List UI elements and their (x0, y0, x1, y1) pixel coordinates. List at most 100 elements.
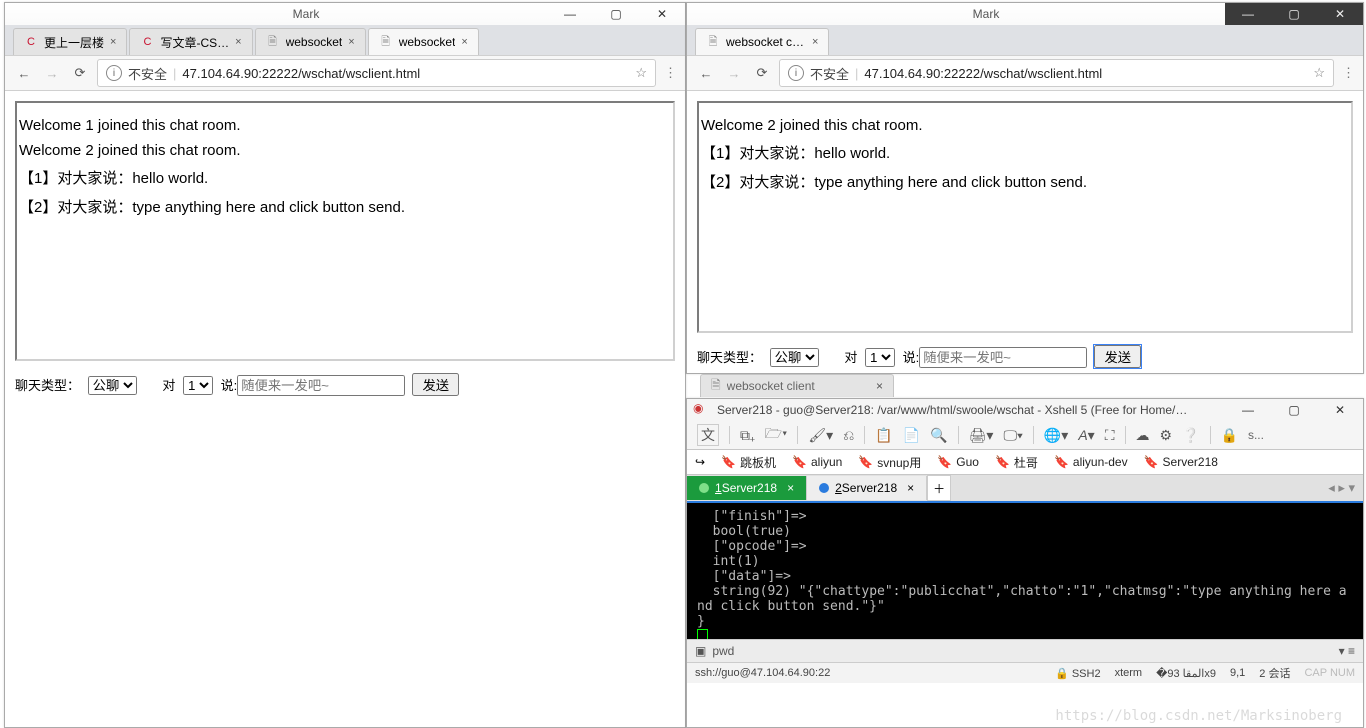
search-label: s... (1248, 428, 1264, 442)
xshell-add-tab-button[interactable]: ＋ (927, 475, 951, 501)
browser-tab[interactable]: C写文章-CS…× (129, 28, 252, 55)
xshell-bookmark[interactable]: 🔖Guo (937, 454, 979, 471)
send-button[interactable]: 发送 (412, 373, 459, 396)
tab-close-icon[interactable]: × (787, 481, 794, 495)
bookmark-icon: 🔖 (1054, 455, 1069, 469)
xshell-command-bar[interactable]: ▣ pwd ▾ ≡ (687, 639, 1363, 662)
window-titlebar: Mark — ▢ ✕ (687, 3, 1363, 25)
cloud-icon[interactable]: ☁ (1136, 427, 1150, 444)
favicon: 🗎 (379, 35, 393, 49)
xshell-bookmark[interactable]: 🔖aliyun (792, 454, 842, 471)
chrome-tab-strip: 🗎websocket client× (687, 25, 1363, 56)
window-close-button[interactable]: ✕ (639, 3, 685, 25)
xshell-lang-button[interactable]: 文 (697, 424, 719, 446)
chat-message: Welcome 2 joined this chat room. (701, 117, 1349, 134)
copy-icon[interactable]: 📋 (875, 427, 892, 444)
reload-button[interactable]: ⟳ (751, 62, 773, 84)
xshell-session-tab[interactable]: 2 Server218× (807, 476, 927, 500)
browser-tab[interactable]: 🗎websocket client× (695, 28, 829, 55)
back-button[interactable]: ← (695, 62, 717, 84)
xshell-window-title: Server218 - guo@Server218: /var/www/html… (717, 403, 1225, 417)
chat-message: Welcome 1 joined this chat room. (19, 117, 671, 134)
new-session-icon[interactable]: ⧉₊ (740, 427, 755, 444)
tab-close-icon[interactable]: × (348, 36, 354, 48)
background-browser-tab[interactable]: 🗎 websocket client × (700, 374, 894, 397)
bookmark-toggle-icon[interactable]: ↪ (695, 455, 705, 469)
address-bar[interactable]: i 不安全 | 47.104.64.90:22222/wschat/wsclie… (97, 59, 656, 87)
right-chrome-window: Mark — ▢ ✕ 🗎websocket client× ← → ⟳ i 不安… (686, 2, 1364, 374)
reload-button[interactable]: ⟳ (69, 62, 91, 84)
font-icon[interactable]: A▾ (1078, 427, 1094, 444)
forward-button[interactable]: → (723, 62, 745, 84)
search-icon[interactable]: 🔍 (930, 427, 947, 444)
bookmark-icon: 🔖 (858, 455, 873, 469)
gear-icon[interactable]: ⚙ (1160, 427, 1173, 444)
window-min-button[interactable]: — (1225, 3, 1271, 25)
message-input[interactable] (919, 347, 1087, 368)
color-icon[interactable]: 🖌▾ (808, 427, 833, 444)
tab-close-icon[interactable]: × (461, 36, 467, 48)
chat-message: 【1】对大家说：hello world. (19, 167, 671, 188)
chrome-menu-button[interactable]: ⋮ (664, 65, 677, 81)
help-icon[interactable]: ❔ (1182, 427, 1199, 444)
favicon: 🗎 (266, 35, 280, 49)
xshell-bookmark-bar: ↪ 🔖跳板机 🔖aliyun 🔖svnup用 🔖Guo 🔖杜哥 🔖aliyun-dev 🔖S… (687, 450, 1363, 475)
to-label: 对 (162, 378, 175, 393)
window-min-button[interactable]: — (547, 3, 593, 25)
chrome-tab-strip: C更上一层楼×C写文章-CS…×🗎websocket×🗎websocket× (5, 25, 685, 56)
send-button[interactable]: 发送 (1094, 345, 1141, 368)
window-close-button[interactable]: ✕ (1317, 399, 1363, 421)
print-icon[interactable]: 🖨▾ (969, 427, 994, 444)
to-select[interactable]: 1 (865, 348, 895, 367)
tab-close-icon[interactable]: × (110, 36, 116, 48)
browser-tab[interactable]: 🗎 websocket × (368, 28, 479, 55)
xshell-bookmark[interactable]: 🔖杜哥 (995, 454, 1038, 471)
tab-title: websocket client (726, 35, 806, 49)
screen-icon[interactable]: 🖵▾ (1003, 427, 1022, 444)
xshell-toolbar: 文 ⧉₊ 🗁▾ 🖌▾ ⎌ 📋 📄 🔍 🖨▾ 🖵▾ 🌐▾ A▾ ⛶ ☁ ⚙ ❔ 🔒 (687, 421, 1363, 450)
tab-title: websocket (399, 35, 456, 49)
tab-title: 更上一层楼 (44, 34, 104, 51)
chat-type-select[interactable]: 公聊 (770, 348, 819, 367)
chat-controls: 聊天类型： 公聊 对 1 说: 发送 (697, 345, 1353, 368)
paste-icon[interactable]: 📄 (903, 427, 920, 444)
back-button[interactable]: ← (13, 62, 35, 84)
forward-button[interactable]: → (41, 62, 63, 84)
xshell-bookmark[interactable]: 🔖aliyun-dev (1054, 454, 1128, 471)
to-select[interactable]: 1 (183, 376, 213, 395)
window-max-button[interactable]: ▢ (593, 3, 639, 25)
maximize-icon[interactable]: ⛶ (1105, 427, 1115, 444)
xshell-bookmark[interactable]: 🔖Server218 (1144, 454, 1218, 471)
xshell-titlebar: ◉ Server218 - guo@Server218: /var/www/ht… (687, 399, 1363, 421)
window-close-button[interactable]: ✕ (1317, 3, 1363, 25)
panel-menu-icon[interactable]: ▾ ≡ (1339, 644, 1355, 658)
chat-type-select[interactable]: 公聊 (88, 376, 137, 395)
window-min-button[interactable]: — (1225, 399, 1271, 421)
chrome-menu-button[interactable]: ⋮ (1342, 65, 1355, 81)
window-max-button[interactable]: ▢ (1271, 3, 1317, 25)
open-icon[interactable]: 🗁▾ (765, 423, 788, 447)
browser-tab[interactable]: 🗎websocket× (255, 28, 366, 55)
bookmark-icon: 🔖 (937, 455, 952, 469)
bookmark-star-icon[interactable]: ☆ (1313, 65, 1325, 81)
bookmark-star-icon[interactable]: ☆ (635, 65, 647, 81)
disconnect-icon[interactable]: ⎌ (843, 427, 854, 444)
chat-message: 【2】对大家说：type anything here and click but… (19, 196, 671, 217)
address-bar[interactable]: i 不安全 | 47.104.64.90:22222/wschat/wsclie… (779, 59, 1334, 87)
lock-icon[interactable]: 🔒 (1221, 427, 1238, 444)
terminal-output[interactable]: ["finish"]=> bool(true) ["opcode"]=> int… (687, 503, 1363, 639)
chat-type-label: 聊天类型： (15, 378, 80, 393)
xshell-bookmark[interactable]: 🔖跳板机 (721, 454, 776, 471)
globe-icon[interactable]: 🌐▾ (1044, 427, 1068, 444)
xshell-tab-nav-icon[interactable]: ◂ ▸ ▾ (1320, 480, 1363, 496)
xshell-session-tab[interactable]: 1 Server218× (687, 476, 807, 500)
tab-close-icon[interactable]: × (907, 481, 914, 495)
watermark-text: https://blog.csdn.net/Marksinoberg (1055, 708, 1342, 724)
xshell-bookmark[interactable]: 🔖svnup用 (858, 454, 921, 471)
window-max-button[interactable]: ▢ (1271, 399, 1317, 421)
tab-close-icon[interactable]: × (812, 36, 818, 48)
browser-tab[interactable]: C更上一层楼× (13, 28, 127, 55)
message-input[interactable] (237, 375, 405, 396)
tab-close-icon[interactable]: × (235, 36, 241, 48)
bookmark-icon: 🔖 (792, 455, 807, 469)
